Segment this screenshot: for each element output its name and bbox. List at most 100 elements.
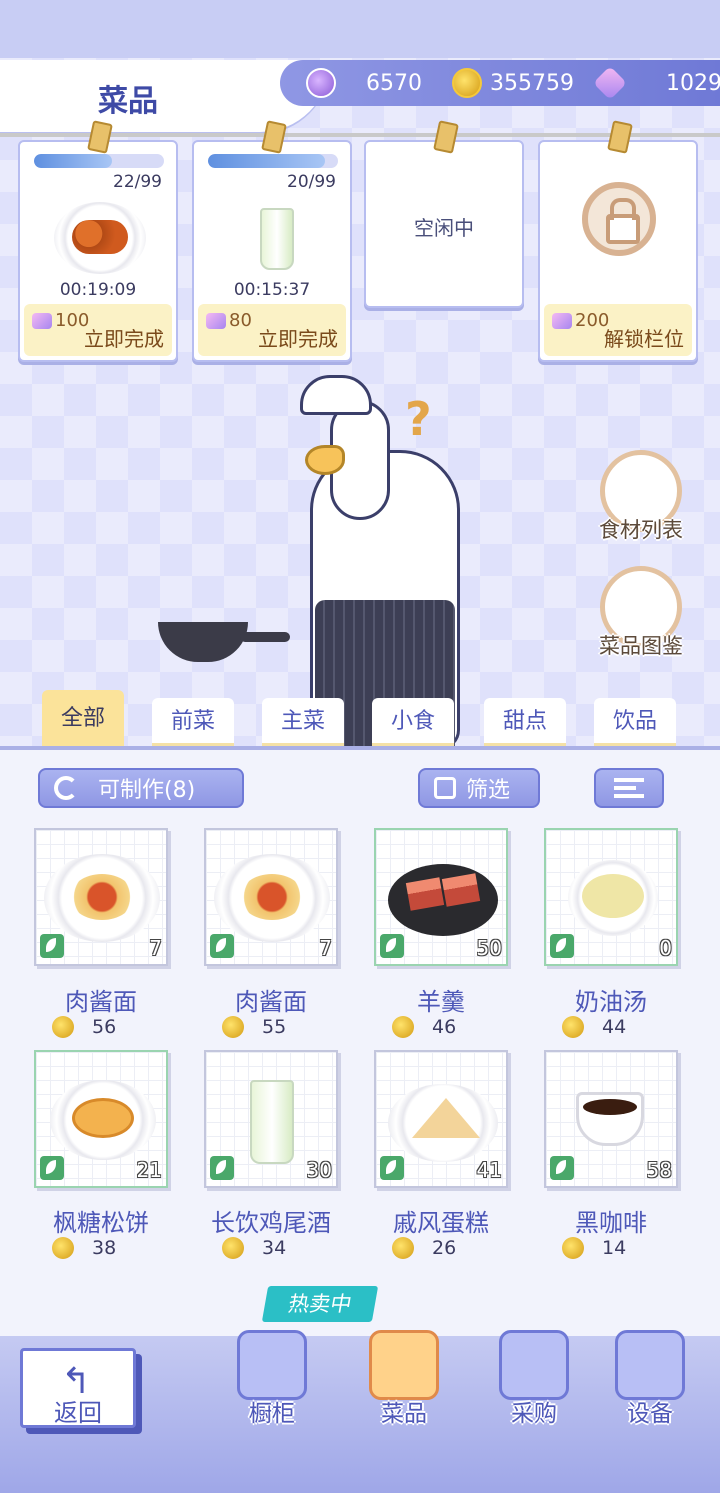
gold-coin-icon (222, 1237, 244, 1259)
slot-count: 20/99 (287, 172, 336, 192)
meatball-skewers-icon (54, 202, 146, 274)
slot-timer: 00:19:09 (59, 280, 137, 300)
gem-cost: 80 (206, 310, 252, 331)
cooking-slot-2[interactable]: 20/99 00:15:37 80 立即完成 (192, 120, 352, 362)
recipe-name: 奶油汤 (575, 988, 647, 1016)
cooking-slot-3[interactable]: 空闲中 (364, 120, 524, 308)
chef-hat-icon (300, 375, 372, 415)
progress-bar (34, 154, 164, 168)
progress-bar (208, 154, 338, 168)
purple-coin-icon (306, 68, 336, 98)
gold-coin-icon (562, 1016, 584, 1038)
recipe-price: 55 (222, 1016, 286, 1038)
currency-gold[interactable]: 355759 (452, 66, 574, 100)
ingredients-list-button[interactable]: 食材列表 (598, 450, 684, 544)
recipe-price: 14 (562, 1237, 626, 1259)
gem-plus-icon (593, 66, 627, 100)
recipe-card[interactable]: 30 (204, 1050, 338, 1188)
page-title-tab: 菜品 (0, 60, 330, 132)
recipe-name: 羊羹 (417, 988, 465, 1016)
tab-main[interactable]: 主菜 (262, 698, 344, 746)
tab-snack[interactable]: 小食 (372, 698, 454, 746)
recipe-name: 肉酱面 (65, 988, 137, 1016)
sort-icon (614, 778, 644, 798)
gem-icon (32, 312, 52, 329)
recipe-name: 黑咖啡 (575, 1209, 647, 1237)
recipe-qty: 0 (659, 936, 672, 960)
progress-fill (208, 154, 325, 168)
spaghetti-icon (44, 854, 160, 942)
recipe-catalog-button[interactable]: 菜品图鉴 (598, 566, 684, 660)
nav-purchase[interactable]: 采购 (484, 1330, 584, 1428)
craftable-toggle[interactable]: 可制作(8) (38, 768, 244, 808)
back-button[interactable]: ↰ 返回 (20, 1348, 136, 1428)
cooking-slot-4-locked[interactable]: 200 解锁栏位 (538, 120, 698, 362)
recipe-card[interactable]: 41 (374, 1050, 508, 1188)
status-strip (0, 0, 720, 58)
recipe-qty: 58 (646, 1158, 672, 1182)
sort-button[interactable] (594, 768, 664, 808)
pancake-icon (50, 1080, 156, 1160)
hot-selling-badge: 热卖中 (261, 1286, 379, 1322)
cream-soup-icon (568, 860, 658, 936)
gold-coin-icon (392, 1016, 414, 1038)
lock-icon (582, 182, 656, 256)
tab-all[interactable]: 全部 (42, 690, 124, 746)
recipe-card[interactable]: 7 (34, 828, 168, 966)
cooking-slot-1[interactable]: 22/99 00:19:09 100 立即完成 (18, 120, 178, 362)
recipe-name: 肉酱面 (235, 988, 307, 1016)
beak (305, 445, 345, 475)
slot-timer: 00:15:37 (233, 280, 311, 300)
yokan-icon (388, 864, 498, 936)
burger-icon (369, 1330, 439, 1400)
gem-icon (206, 312, 226, 329)
currency-bar: 6570 355759 1029 (280, 60, 720, 106)
recipe-price: 26 (392, 1237, 456, 1259)
cocktail-glass-icon (260, 208, 294, 270)
filter-icon (434, 777, 456, 799)
chiffon-cake-icon (388, 1084, 498, 1162)
spaghetti-icon (214, 854, 330, 942)
gold-coin-icon (392, 1237, 414, 1259)
currency-purple[interactable]: 6570 (306, 66, 422, 100)
coffee-machine-icon (615, 1330, 685, 1400)
unlock-slot-button[interactable]: 200 解锁栏位 (544, 304, 692, 356)
nav-dishes[interactable]: 菜品 (354, 1330, 454, 1428)
gold-coin-icon (452, 68, 482, 98)
coffee-cup-icon (576, 1092, 644, 1146)
recipe-card[interactable]: 21 (34, 1050, 168, 1188)
recipe-card[interactable]: 7 (204, 828, 338, 966)
finish-now-button[interactable]: 100 立即完成 (24, 304, 172, 356)
recipe-card[interactable]: 0 (544, 828, 678, 966)
leaf-icon (380, 1156, 404, 1180)
recipe-qty: 41 (476, 1158, 502, 1182)
gold-coin-icon (52, 1237, 74, 1259)
recipe-price: 34 (222, 1237, 286, 1259)
tab-appetizer[interactable]: 前菜 (152, 698, 234, 746)
recipe-name: 枫糖松饼 (53, 1209, 149, 1237)
refresh-icon (54, 776, 78, 800)
recipe-qty: 7 (319, 936, 332, 960)
recipe-price: 38 (52, 1237, 116, 1259)
leaf-icon (550, 1156, 574, 1180)
leaf-icon (210, 934, 234, 958)
recipe-card[interactable]: 58 (544, 1050, 678, 1188)
tab-drinks[interactable]: 饮品 (594, 698, 676, 746)
recipe-qty: 50 (476, 936, 502, 960)
gold-coin-icon (562, 1237, 584, 1259)
nav-equipment[interactable]: 设备 (600, 1330, 700, 1428)
gold-coin-icon (222, 1016, 244, 1038)
filter-button[interactable]: 筛选 (418, 768, 540, 808)
currency-gem[interactable]: 1029 (593, 66, 720, 100)
leaf-icon (380, 934, 404, 958)
leaf-icon (210, 1156, 234, 1180)
recipe-card[interactable]: 50 (374, 828, 508, 966)
tab-dessert[interactable]: 甜点 (484, 698, 566, 746)
recipe-name: 长饮鸡尾酒 (211, 1209, 331, 1237)
nav-cabinet[interactable]: 橱柜 (222, 1330, 322, 1428)
question-mark-icon: ? (405, 392, 432, 446)
recipe-name: 戚风蛋糕 (393, 1209, 489, 1237)
recipe-qty: 21 (136, 1158, 162, 1182)
cabinet-drink-icon (237, 1330, 307, 1400)
finish-now-button[interactable]: 80 立即完成 (198, 304, 346, 356)
